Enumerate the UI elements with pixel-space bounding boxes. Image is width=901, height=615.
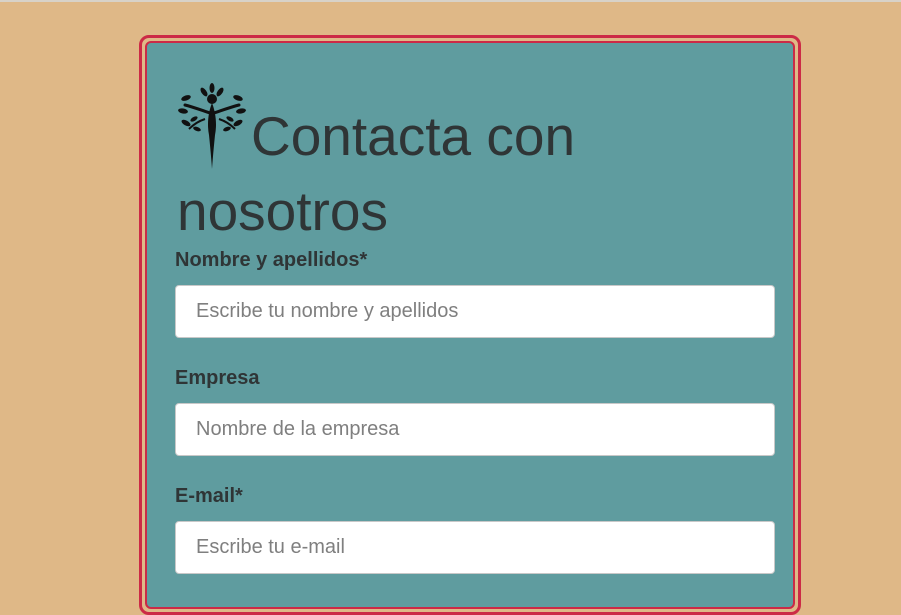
tree-figure-logo-icon	[178, 83, 246, 169]
email-input[interactable]	[175, 521, 775, 574]
company-input[interactable]	[175, 403, 775, 456]
page-title: Contacta con nosotros	[177, 83, 777, 249]
top-divider	[0, 0, 901, 2]
email-label: E-mail*	[175, 485, 243, 507]
contact-form: Contacta con nosotros Nombre y apellidos…	[145, 41, 795, 609]
name-label: Nombre y apellidos*	[175, 249, 368, 271]
name-input[interactable]	[175, 285, 775, 338]
company-label: Empresa	[175, 367, 260, 389]
contact-card: Contacta con nosotros Nombre y apellidos…	[139, 35, 801, 615]
